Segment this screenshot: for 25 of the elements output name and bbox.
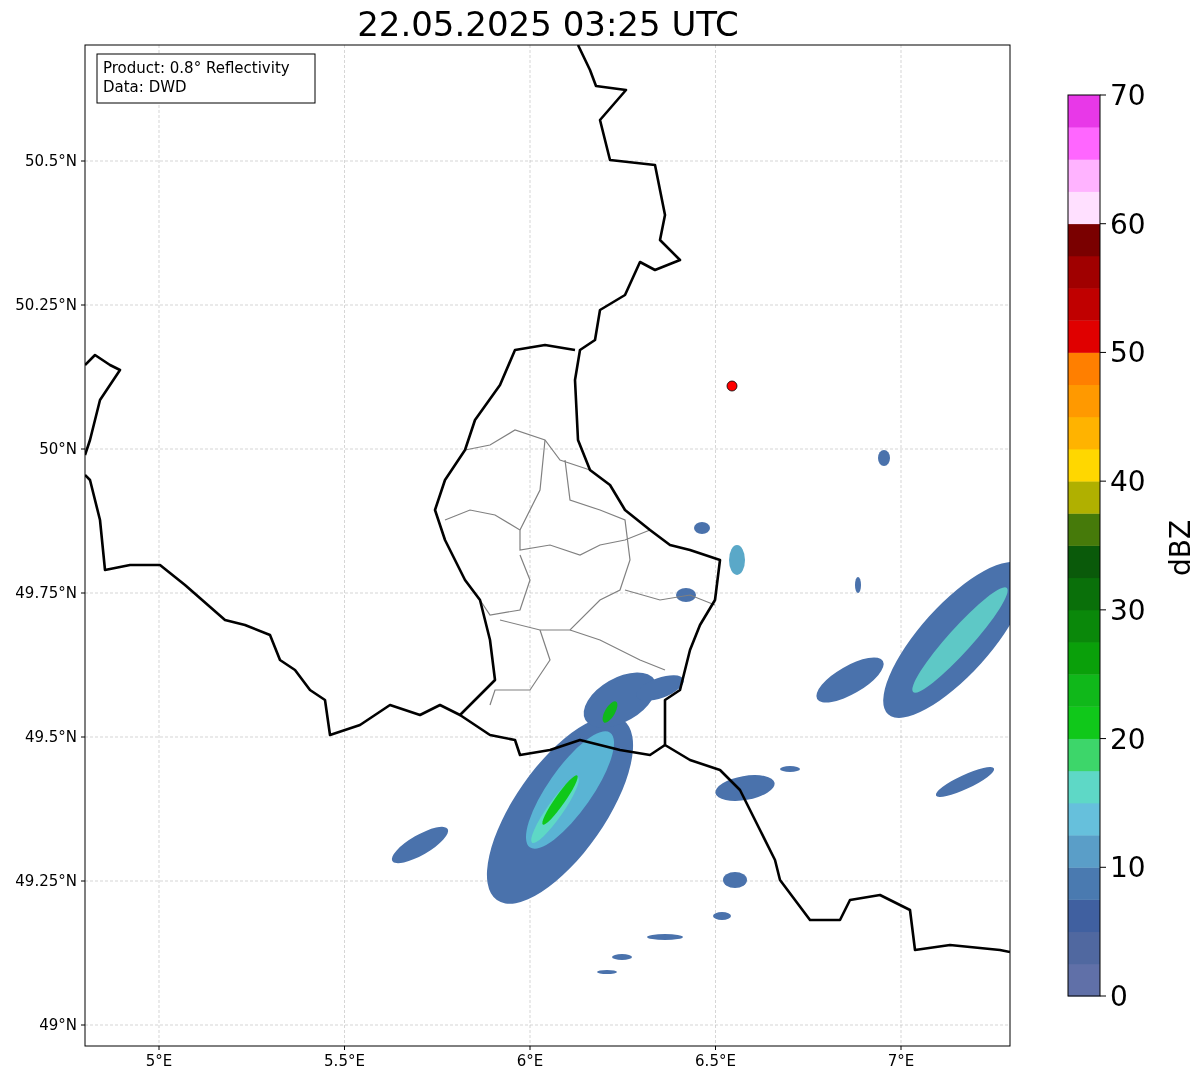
colorbar-tick-label: 70 (1110, 79, 1146, 112)
radar-site-marker (726, 380, 738, 392)
colorbar-tick-label: 50 (1110, 336, 1146, 370)
colorbar-tick-label: 0 (1110, 980, 1128, 1013)
colorbar-tick-label: 20 (1110, 722, 1146, 756)
info-text: Data: DWD (103, 78, 187, 96)
axis-tick-label: 7°E (887, 1052, 915, 1070)
axis-tick-label: 6°E (516, 1052, 544, 1070)
axis-tick-label: 50.5°N (24, 152, 77, 170)
axis-tick-label: 49.75°N (15, 584, 77, 602)
colorbar-tick-label: 10 (1110, 851, 1146, 885)
axis-tick-label: 50°N (39, 440, 77, 458)
axis-tick-label: 49.25°N (15, 872, 77, 890)
axis-tick-label: 50.25°N (15, 296, 77, 314)
axis-tick-label: 49.5°N (24, 728, 77, 746)
colorbar-tick-label: 30 (1110, 593, 1146, 627)
info-text: Product: 0.8° Reflectivity (103, 59, 290, 77)
axis-tick-label: 5.5°E (324, 1052, 365, 1070)
axis-tick-label: 5°E (145, 1052, 173, 1070)
colorbar-tick-label: 60 (1110, 207, 1146, 241)
chart-title: 22.05.2025 03:25 UTC (357, 4, 739, 44)
axis-tick-label: 6.5°E (695, 1052, 736, 1070)
colorbar-label: dBZ (1164, 519, 1197, 577)
colorbar-tick-label: 40 (1110, 465, 1146, 499)
axis-tick-label: 49°N (39, 1016, 77, 1034)
